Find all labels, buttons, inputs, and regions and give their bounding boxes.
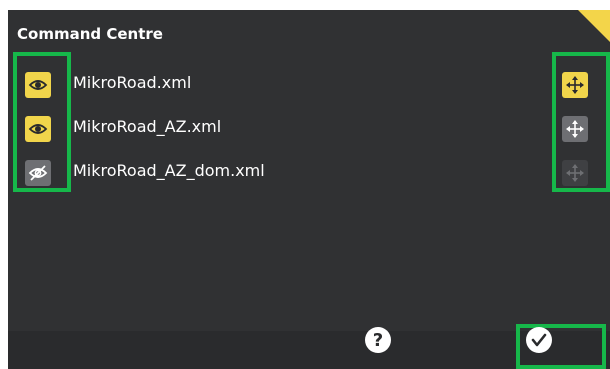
file-name[interactable]: MikroRoad_AZ_dom.xml <box>73 161 265 180</box>
file-name[interactable]: MikroRoad_AZ.xml <box>73 117 221 136</box>
corner-accent <box>578 10 610 42</box>
move-column-highlight <box>552 52 610 192</box>
visibility-column-highlight <box>13 52 71 192</box>
checkmark-icon <box>531 333 547 347</box>
page-title: Command Centre <box>17 25 163 43</box>
command-centre-panel: Command Centre MikroRoad.xml MikroRoad_A… <box>8 10 610 369</box>
help-button[interactable]: ? <box>365 327 391 353</box>
file-name[interactable]: MikroRoad.xml <box>73 73 191 92</box>
confirm-button[interactable] <box>526 327 552 353</box>
